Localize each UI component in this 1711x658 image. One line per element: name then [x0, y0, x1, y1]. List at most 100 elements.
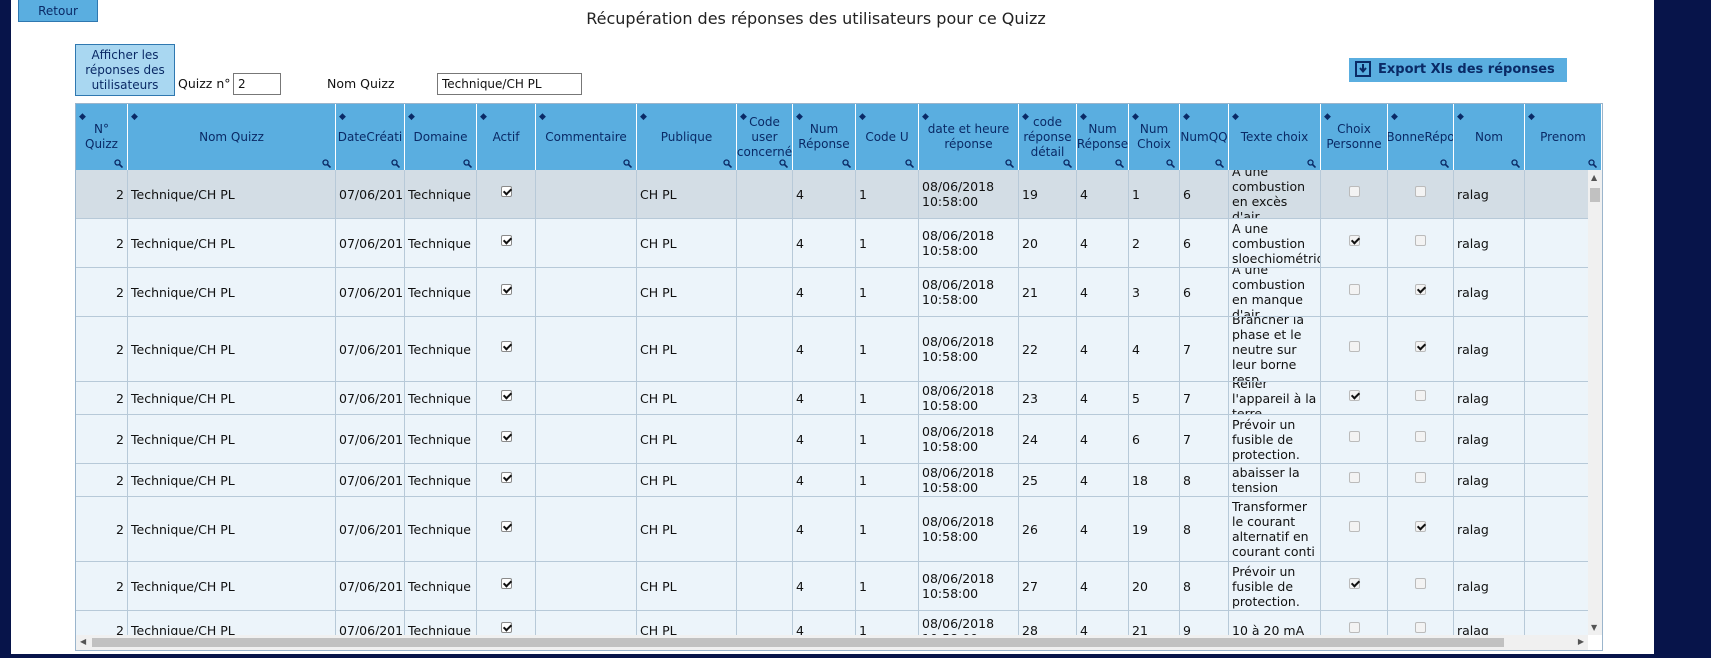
checkbox[interactable]: [1348, 622, 1360, 633]
filter-search-icon[interactable]: [623, 157, 633, 169]
scroll-up-icon[interactable]: ▲: [1591, 173, 1597, 182]
cell-correct-answer[interactable]: [1388, 317, 1454, 381]
cell-active[interactable]: [477, 219, 536, 267]
cell-active[interactable]: [477, 170, 536, 218]
sort-icon[interactable]: ◆: [1232, 110, 1239, 125]
table-row[interactable]: 2 Technique/CH PL 07/06/201 Technique CH PL 4…: [76, 464, 1588, 497]
checkbox[interactable]: [500, 430, 512, 442]
header-user-code-u[interactable]: ◆ Code U: [856, 104, 919, 170]
filter-search-icon[interactable]: [1005, 157, 1015, 169]
header-comment[interactable]: ◆ Commentaire: [536, 104, 637, 170]
table-row[interactable]: 2 Technique/CH PL 07/06/201 Technique CH PL 4…: [76, 219, 1588, 268]
export-xls-button[interactable]: Export Xls des réponses: [1349, 58, 1567, 82]
quiz-name-input[interactable]: [437, 73, 582, 95]
show-user-answers-button[interactable]: Afficher les réponses des utilisateurs: [75, 44, 175, 96]
sort-icon[interactable]: ◆: [796, 110, 803, 125]
sort-icon[interactable]: ◆: [480, 110, 487, 125]
cell-correct-answer[interactable]: [1388, 562, 1454, 610]
checkbox[interactable]: [500, 389, 512, 401]
checkbox[interactable]: [1415, 283, 1426, 295]
header-public[interactable]: ◆ Publique: [637, 104, 737, 170]
header-quiz-name[interactable]: ◆ Nom Quizz: [128, 104, 336, 170]
checkbox[interactable]: [1415, 577, 1426, 589]
cell-correct-answer[interactable]: [1388, 382, 1454, 414]
sort-icon[interactable]: ◆: [1528, 110, 1535, 125]
cell-active[interactable]: [477, 268, 536, 316]
filter-search-icon[interactable]: [1588, 157, 1598, 169]
filter-search-icon[interactable]: [1440, 157, 1450, 169]
checkbox[interactable]: [1348, 389, 1360, 401]
sort-icon[interactable]: ◆: [640, 110, 647, 125]
cell-person-choice[interactable]: [1321, 562, 1388, 610]
checkbox[interactable]: [1415, 430, 1426, 442]
checkbox[interactable]: [500, 283, 512, 295]
checkbox[interactable]: [1415, 340, 1426, 352]
filter-search-icon[interactable]: [1307, 157, 1317, 169]
cell-person-choice[interactable]: [1321, 464, 1388, 496]
checkbox[interactable]: [1348, 234, 1360, 246]
sort-icon[interactable]: ◆: [1457, 110, 1464, 125]
table-row[interactable]: 2 Technique/CH PL 07/06/201 Technique CH PL 4…: [76, 562, 1588, 611]
checkbox[interactable]: [1415, 389, 1426, 401]
header-choice-number[interactable]: ◆ Num Choix: [1129, 104, 1180, 170]
cell-person-choice[interactable]: [1321, 497, 1388, 561]
checkbox[interactable]: [500, 622, 512, 633]
cell-active[interactable]: [477, 611, 536, 635]
checkbox[interactable]: [1348, 577, 1360, 589]
checkbox[interactable]: [500, 340, 512, 352]
header-answer-datetime[interactable]: ◆ date et heure réponse: [919, 104, 1019, 170]
table-row[interactable]: 2 Technique/CH PL 07/06/201 Technique CH PL 4…: [76, 268, 1588, 317]
cell-person-choice[interactable]: [1321, 415, 1388, 463]
checkbox[interactable]: [1415, 471, 1426, 483]
checkbox[interactable]: [1348, 185, 1360, 197]
checkbox[interactable]: [1348, 520, 1360, 532]
header-active[interactable]: ◆ Actif: [477, 104, 536, 170]
table-row[interactable]: 2 Technique/CH PL 07/06/201 Technique CH PL 4…: [76, 317, 1588, 382]
cell-person-choice[interactable]: [1321, 611, 1388, 635]
cell-person-choice[interactable]: [1321, 382, 1388, 414]
table-row[interactable]: 2 Technique/CH PL 07/06/201 Technique CH PL 4…: [76, 415, 1588, 464]
header-choice-text[interactable]: ◆ Texte choix: [1229, 104, 1321, 170]
header-first-name[interactable]: ◆ Prenom: [1525, 104, 1602, 170]
filter-search-icon[interactable]: [1215, 157, 1225, 169]
filter-search-icon[interactable]: [1115, 157, 1125, 169]
scroll-down-icon[interactable]: ▼: [1591, 623, 1597, 632]
checkbox[interactable]: [500, 185, 512, 197]
checkbox[interactable]: [1348, 471, 1360, 483]
filter-search-icon[interactable]: [842, 157, 852, 169]
cell-person-choice[interactable]: [1321, 170, 1388, 218]
header-answer-number[interactable]: ◆ Num Réponse: [793, 104, 856, 170]
vertical-scrollbar[interactable]: ▲ ▼: [1588, 170, 1602, 635]
checkbox[interactable]: [500, 520, 512, 532]
scroll-right-icon[interactable]: ▶: [1578, 637, 1584, 646]
cell-active[interactable]: [477, 562, 536, 610]
cell-correct-answer[interactable]: [1388, 268, 1454, 316]
sort-icon[interactable]: ◆: [740, 110, 747, 125]
header-user-code[interactable]: ◆ Code user concerné: [737, 104, 793, 170]
horizontal-scrollbar[interactable]: ◀ ▶: [76, 635, 1588, 650]
horizontal-scroll-thumb[interactable]: [92, 638, 1504, 647]
header-correct-answer[interactable]: ◆ BonneRépo: [1388, 104, 1454, 170]
cell-correct-answer[interactable]: [1388, 415, 1454, 463]
filter-search-icon[interactable]: [114, 157, 124, 169]
cell-person-choice[interactable]: [1321, 317, 1388, 381]
cell-person-choice[interactable]: [1321, 268, 1388, 316]
header-answer-detail-code[interactable]: ◆ code réponse détail: [1019, 104, 1077, 170]
sort-icon[interactable]: ◆: [79, 110, 86, 125]
header-creation-date[interactable]: ◆ DateCréati: [336, 104, 405, 170]
cell-active[interactable]: [477, 382, 536, 414]
filter-search-icon[interactable]: [391, 157, 401, 169]
filter-search-icon[interactable]: [1166, 157, 1176, 169]
sort-icon[interactable]: ◆: [131, 110, 138, 125]
sort-icon[interactable]: ◆: [539, 110, 546, 125]
table-row[interactable]: 2 Technique/CH PL 07/06/201 Technique CH PL 4…: [76, 611, 1588, 635]
checkbox[interactable]: [500, 577, 512, 589]
filter-search-icon[interactable]: [905, 157, 915, 169]
sort-icon[interactable]: ◆: [1080, 110, 1087, 125]
filter-search-icon[interactable]: [1063, 157, 1073, 169]
checkbox[interactable]: [1348, 430, 1360, 442]
sort-icon[interactable]: ◆: [922, 110, 929, 125]
sort-icon[interactable]: ◆: [1391, 110, 1398, 125]
cell-active[interactable]: [477, 317, 536, 381]
header-person-choice[interactable]: ◆ Choix Personne: [1321, 104, 1388, 170]
